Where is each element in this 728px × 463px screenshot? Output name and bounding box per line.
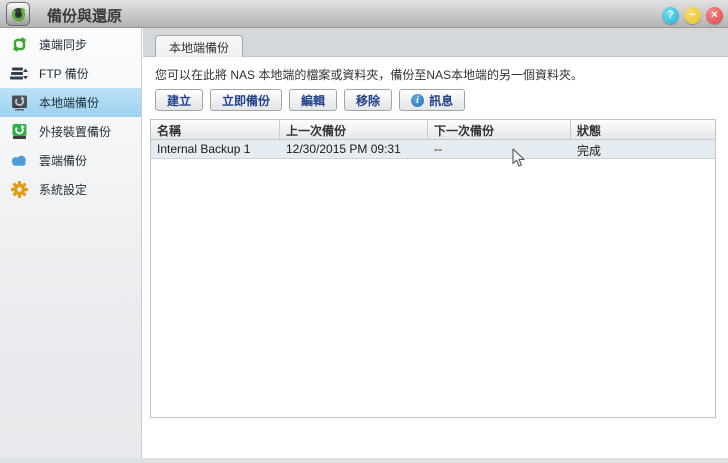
sidebar-list: 遠端同步 FTP 備份 本地端備份 外接裝置備份 雲端備份 系統設定 — [0, 28, 141, 204]
backup-restore-app-icon — [11, 6, 26, 21]
window-title: 備份與還原 — [47, 8, 123, 25]
column-header-name[interactable]: 名稱 — [151, 120, 280, 139]
remote-sync-icon — [10, 36, 28, 54]
sidebar-item-remote-sync[interactable]: 遠端同步 — [0, 30, 141, 59]
remove-button[interactable]: 移除 — [344, 89, 393, 111]
description-text: 您可以在此將 NAS 本地端的檔案或資料夾，備份至NAS本地端的另一個資料夾。 — [155, 68, 584, 82]
sidebar-item-external-device-backup[interactable]: 外接裝置備份 — [0, 117, 141, 146]
app-icon — [6, 2, 30, 26]
column-header-last-backup[interactable]: 上一次備份 — [280, 120, 428, 139]
table-header: 名稱 上一次備份 下一次備份 狀態 — [151, 120, 715, 140]
backup-jobs-table: 名稱 上一次備份 下一次備份 狀態 Internal Backup 1 12/3… — [150, 119, 716, 418]
backup-restore-window: 備份與還原 ? − × 遠端同步 FTP 備份 本地端備份 外接裝置備份 雲端備… — [0, 0, 728, 463]
sidebar-item-label: 系統設定 — [39, 183, 88, 197]
info-icon: i — [411, 93, 425, 107]
title-bar: 備份與還原 ? − × — [0, 0, 728, 28]
window-controls: ? − × — [662, 7, 723, 24]
sidebar-item-ftp-backup[interactable]: FTP 備份 — [0, 59, 141, 88]
sidebar-item-system-settings[interactable]: 系統設定 — [0, 175, 141, 204]
table-row[interactable]: Internal Backup 1 12/30/2015 PM 09:31 --… — [151, 140, 715, 159]
cloud-backup-icon — [10, 152, 28, 170]
sidebar-item-label: 本地端備份 — [39, 96, 100, 110]
cell-name: Internal Backup 1 — [157, 142, 251, 156]
main-content: 您可以在此將 NAS 本地端的檔案或資料夾，備份至NAS本地端的另一個資料夾。 … — [143, 57, 728, 463]
local-backup-icon — [10, 94, 28, 112]
info-button-label: 訊息 — [429, 93, 454, 108]
close-button[interactable]: × — [706, 7, 723, 24]
toolbar: 建立 立即備份 編輯 移除 i 訊息 — [155, 89, 466, 111]
sidebar-item-local-backup[interactable]: 本地端備份 — [0, 88, 141, 117]
tab-local-backup[interactable]: 本地端備份 — [155, 35, 244, 58]
minimize-button[interactable]: − — [684, 7, 701, 24]
tab-strip: 本地端備份 — [143, 28, 728, 58]
external-device-icon — [10, 123, 28, 141]
ftp-backup-icon — [10, 65, 28, 83]
cell-status: 完成 — [577, 144, 602, 158]
column-header-next-backup[interactable]: 下一次備份 — [428, 120, 571, 139]
create-button[interactable]: 建立 — [155, 89, 204, 111]
edit-button[interactable]: 編輯 — [289, 89, 338, 111]
column-header-status[interactable]: 狀態 — [571, 120, 715, 139]
cell-last-backup: 12/30/2015 PM 09:31 — [286, 142, 401, 156]
cell-next-backup: -- — [434, 142, 442, 156]
sidebar-item-label: 雲端備份 — [39, 154, 88, 168]
sidebar-item-label: 外接裝置備份 — [39, 125, 112, 139]
window-bottom-edge — [0, 458, 728, 463]
info-button[interactable]: i 訊息 — [399, 89, 466, 111]
system-settings-icon — [10, 181, 28, 199]
sidebar-item-label: FTP 備份 — [39, 67, 89, 81]
sidebar-item-cloud-backup[interactable]: 雲端備份 — [0, 146, 141, 175]
help-button[interactable]: ? — [662, 7, 679, 24]
sidebar-item-label: 遠端同步 — [39, 38, 88, 52]
sidebar: 遠端同步 FTP 備份 本地端備份 外接裝置備份 雲端備份 系統設定 — [0, 28, 142, 458]
backup-now-button[interactable]: 立即備份 — [210, 89, 283, 111]
